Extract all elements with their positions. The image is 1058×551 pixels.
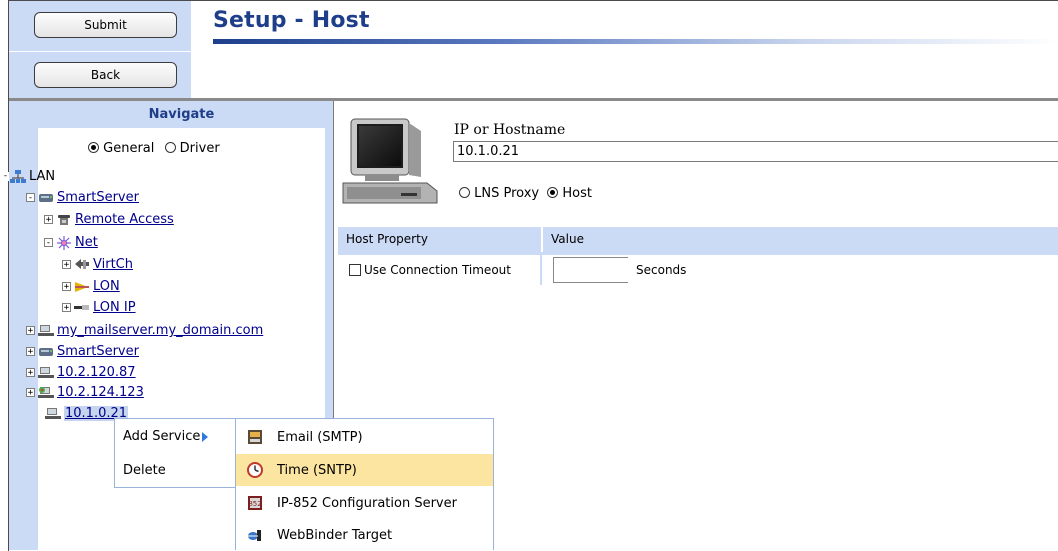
expand-icon[interactable]: + (26, 347, 35, 357)
driver-radio-label[interactable]: Driver (180, 141, 220, 156)
page-title: Setup - Host (213, 8, 370, 33)
tree-label-smartserver[interactable]: SmartServer (57, 190, 139, 205)
computer-icon (45, 407, 61, 420)
tree-item-mailserver[interactable]: + my_mailserver.my_domain.com (26, 322, 263, 339)
clock-icon (247, 462, 263, 478)
value-column-header: Value (551, 232, 584, 246)
email-smtp-label[interactable]: Email (SMTP) (277, 430, 363, 445)
svg-text:852: 852 (248, 500, 261, 508)
tree-label-remote-access[interactable]: Remote Access (75, 212, 174, 227)
smartserver-icon (38, 345, 54, 358)
button-separator (9, 51, 191, 52)
host-computer-icon (341, 117, 439, 207)
phone-icon (56, 213, 72, 226)
collapse-icon[interactable]: - (26, 193, 35, 203)
smartserver-icon (38, 191, 54, 204)
tree-item-lon[interactable]: + LON (62, 278, 120, 295)
host-property-column-header: Host Property (346, 232, 428, 246)
column-separator (541, 227, 543, 252)
nav-mode-selector: General Driver (88, 141, 220, 156)
expand-icon[interactable]: + (62, 282, 71, 292)
ip852-config-server-label[interactable]: IP-852 Configuration Server (277, 496, 457, 511)
navigate-header: Navigate (38, 101, 325, 128)
connection-timeout-row: Use Connection Timeout (349, 263, 511, 277)
tree-item-remote-access[interactable]: + Remote Access (44, 211, 174, 228)
lns-server-icon (38, 386, 54, 399)
cell-separator (540, 255, 542, 285)
expand-icon[interactable]: + (26, 388, 35, 398)
tree-item-host-2[interactable]: + 10.2.124.123 (26, 384, 144, 401)
tree-label-lon[interactable]: LON (93, 279, 120, 294)
lns-proxy-radio[interactable] (459, 187, 470, 198)
submenu-item-time[interactable]: Time (SNTP) (236, 454, 493, 486)
header-row-separator (338, 252, 1058, 255)
general-radio-label[interactable]: General (103, 141, 154, 156)
lon-ip-icon (74, 301, 90, 314)
lns-proxy-label[interactable]: LNS Proxy (474, 186, 539, 201)
tree-item-lan[interactable]: - LAN (2, 168, 55, 185)
tree-item-smartserver-2[interactable]: + SmartServer (26, 343, 139, 360)
context-menu: Add Service Delete (114, 418, 236, 488)
network-icon (10, 170, 26, 183)
submenu-item-email[interactable]: Email (SMTP) (236, 421, 493, 453)
webbinder-icon (247, 527, 263, 543)
add-service-menu-item[interactable]: Add Service (123, 429, 209, 444)
property-table-header: Host Property Value (338, 227, 1058, 252)
computer-icon (38, 324, 54, 337)
ip-hostname-input[interactable] (453, 141, 1058, 162)
tree-item-lon-ip[interactable]: + LON IP (62, 299, 136, 316)
tree-item-virtch[interactable]: + VirtCh (62, 256, 133, 273)
add-service-label[interactable]: Add Service (123, 429, 200, 444)
ip-hostname-label: IP or Hostname (454, 122, 566, 138)
config-server-icon: 852 (247, 495, 263, 511)
expand-icon[interactable]: + (26, 368, 35, 378)
collapse-icon[interactable]: - (44, 238, 53, 248)
net-icon (56, 236, 72, 250)
driver-radio[interactable] (164, 142, 176, 153)
tree-item-net[interactable]: - Net (44, 234, 98, 251)
submenu-item-ip852[interactable]: 852 IP-852 Configuration Server (236, 487, 493, 519)
tree-label-mailserver[interactable]: my_mailserver.my_domain.com (57, 323, 263, 338)
tree-label-virtch[interactable]: VirtCh (93, 257, 133, 272)
tree-label-smartserver-2[interactable]: SmartServer (57, 344, 139, 359)
tree-label-host-2[interactable]: 10.2.124.123 (57, 385, 144, 400)
host-radio-label[interactable]: Host (562, 186, 592, 201)
host-radio[interactable] (547, 187, 559, 198)
time-sntp-label[interactable]: Time (SNTP) (277, 463, 357, 478)
webbinder-target-label[interactable]: WebBinder Target (277, 528, 392, 543)
tree-label-host-1[interactable]: 10.2.120.87 (57, 365, 136, 380)
computer-icon (38, 366, 54, 379)
seconds-label: Seconds (636, 263, 687, 277)
expand-icon[interactable]: + (44, 215, 53, 225)
button-panel: Submit Back (9, 1, 191, 98)
back-button[interactable]: Back (34, 62, 177, 88)
submenu-item-webbinder[interactable]: WebBinder Target (236, 519, 493, 551)
virtual-channel-icon (74, 258, 90, 271)
tree-item-smartserver[interactable]: - SmartServer (26, 189, 139, 206)
tree-label-lan[interactable]: LAN (29, 169, 55, 184)
title-underline (213, 39, 1058, 44)
connection-timeout-checkbox[interactable] (349, 264, 361, 276)
proxy-mode-selector: LNS Proxy Host (459, 186, 592, 201)
timeout-seconds-input[interactable] (553, 257, 628, 283)
lon-icon (74, 280, 90, 293)
delete-label[interactable]: Delete (123, 463, 166, 478)
submit-button[interactable]: Submit (34, 12, 177, 38)
connection-timeout-label[interactable]: Use Connection Timeout (364, 263, 511, 277)
tree-item-host-1[interactable]: + 10.2.120.87 (26, 364, 136, 381)
general-radio[interactable] (88, 142, 99, 153)
email-icon (247, 429, 263, 445)
tree-label-lon-ip[interactable]: LON IP (93, 300, 136, 315)
collapse-icon[interactable]: - (2, 172, 9, 181)
submenu-arrow-icon (202, 431, 209, 442)
tree-label-net[interactable]: Net (75, 235, 98, 250)
add-service-submenu: Email (SMTP) Time (SNTP) 852 IP-852 Conf… (235, 418, 494, 550)
delete-menu-item[interactable]: Delete (123, 463, 166, 478)
expand-icon[interactable]: + (26, 326, 35, 336)
expand-icon[interactable]: + (62, 260, 71, 270)
expand-icon[interactable]: + (62, 303, 71, 313)
